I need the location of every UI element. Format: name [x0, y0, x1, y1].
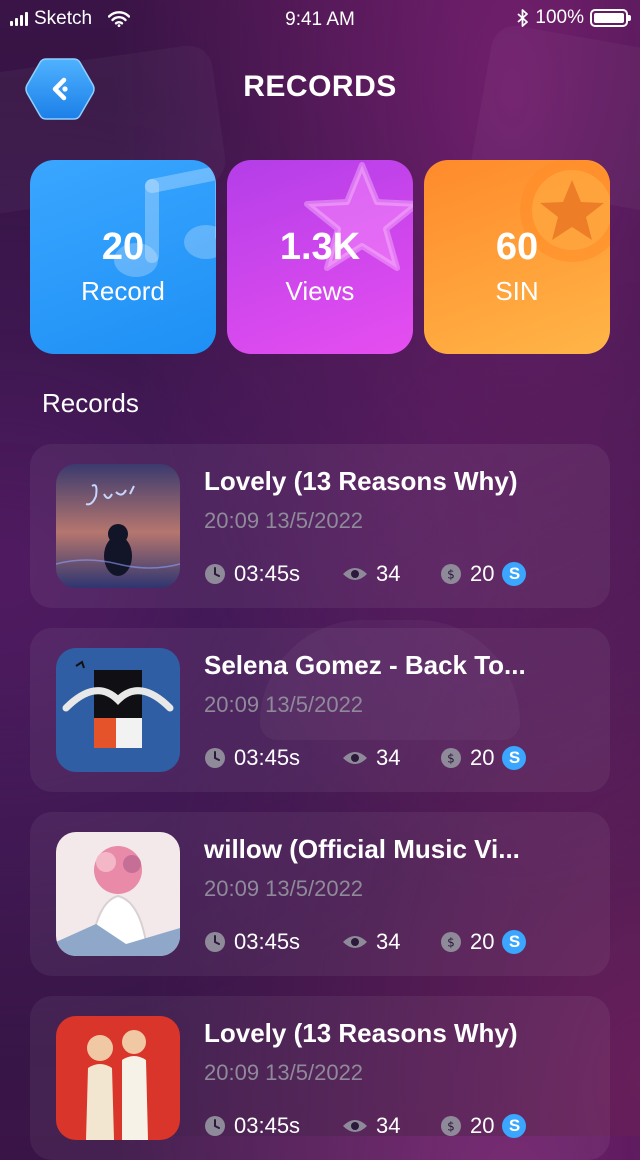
page-title: RECORDS	[243, 70, 397, 103]
record-item[interactable]: willow (Official Music Vi... 20:09 13/5/…	[30, 812, 610, 976]
record-item[interactable]: Lovely (13 Reasons Why) 20:09 13/5/2022 …	[30, 996, 610, 1160]
clock-icon	[205, 932, 225, 952]
record-title: Selena Gomez - Back To...	[204, 650, 526, 680]
record-date: 20:09 13/5/2022	[204, 692, 364, 717]
clock-icon	[205, 748, 225, 768]
eye-icon	[343, 1120, 367, 1132]
record-coins: $ 20 S	[440, 928, 527, 956]
svg-text:$: $	[447, 936, 455, 950]
record-title: Lovely (13 Reasons Why)	[204, 466, 518, 496]
sin-label: SIN	[495, 276, 539, 306]
clock-icon	[205, 1116, 225, 1136]
views-label: Views	[285, 276, 355, 306]
record-views: 34	[342, 744, 400, 772]
record-duration: 03:45s	[204, 560, 300, 588]
svg-text:$: $	[447, 752, 455, 766]
dollar-coin-icon: $	[441, 932, 461, 952]
record-duration: 03:45s	[204, 928, 300, 956]
status-bar: Sketch 9:41 AM 100%	[0, 0, 640, 40]
svg-text:$: $	[447, 568, 455, 582]
section-title: Records	[42, 388, 139, 418]
record-date: 20:09 13/5/2022	[204, 876, 364, 901]
record-title: Lovely (13 Reasons Why)	[204, 1018, 518, 1048]
views-count: 1.3K	[279, 226, 361, 268]
sin-badge-icon: S	[502, 930, 527, 954]
record-coins: $ 20 S	[440, 744, 527, 772]
stat-card-views[interactable]: 1.3K Views	[227, 160, 413, 354]
battery-percent: 100%	[535, 7, 584, 28]
record-thumbnail	[56, 1016, 180, 1140]
dollar-coin-icon: $	[441, 564, 461, 584]
record-item[interactable]: Selena Gomez - Back To... 20:09 13/5/202…	[30, 628, 610, 792]
svg-text:$: $	[447, 1120, 455, 1134]
record-views: 34	[342, 560, 400, 588]
record-title: willow (Official Music Vi...	[204, 834, 520, 864]
eye-icon	[343, 752, 367, 764]
eye-icon	[343, 568, 367, 580]
dollar-coin-icon: $	[441, 748, 461, 768]
sin-badge-icon: S	[502, 562, 527, 586]
record-thumbnail	[56, 648, 180, 772]
bluetooth-icon	[517, 9, 529, 27]
sin-amount: 60	[495, 226, 539, 268]
sin-badge-icon: S	[502, 746, 527, 770]
records-count: 20	[101, 226, 145, 268]
record-item[interactable]: Lovely (13 Reasons Why) 20:09 13/5/2022 …	[30, 444, 610, 608]
eye-icon	[343, 936, 367, 948]
sin-badge-icon: S	[502, 1114, 527, 1138]
record-views: 34	[342, 928, 400, 956]
record-coins: $ 20 S	[440, 560, 527, 588]
record-thumbnail	[56, 832, 180, 956]
battery-icon	[590, 9, 631, 27]
record-duration: 03:45s	[204, 744, 300, 772]
stat-card-records[interactable]: 20 Record	[30, 160, 216, 354]
record-thumbnail	[56, 464, 180, 588]
record-date: 20:09 13/5/2022	[204, 1060, 364, 1085]
clock-icon	[205, 564, 225, 584]
dollar-coin-icon: $	[441, 1116, 461, 1136]
stat-card-sin[interactable]: 60 SIN	[424, 160, 610, 354]
record-date: 20:09 13/5/2022	[204, 508, 364, 533]
records-label: Record	[81, 276, 165, 306]
